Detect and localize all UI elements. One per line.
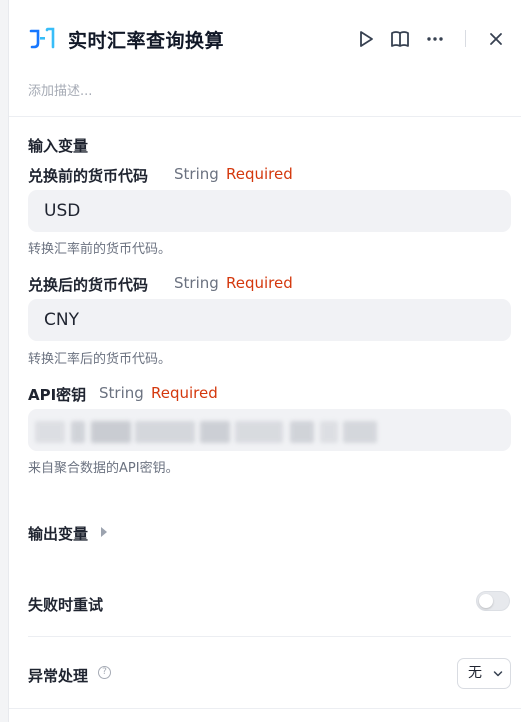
error-handling-select[interactable]: 无 (457, 658, 511, 689)
chevron-down-icon (493, 671, 503, 677)
selected-option: 无 (468, 665, 482, 681)
book-icon[interactable] (389, 28, 411, 50)
required-badge: Required (151, 384, 218, 402)
output-variables-toggle[interactable]: 输出变量 (28, 523, 88, 544)
field-help-text: 来自聚合数据的API密钥。 (28, 461, 179, 476)
page-title: 实时汇率查询换算 (68, 30, 225, 52)
description-input[interactable]: 添加描述... (28, 80, 92, 99)
jf-logo-icon (29, 27, 55, 49)
error-handling-label: 异常处理 (28, 667, 89, 685)
field-help-text: 转换汇率后的货币代码。 (28, 352, 172, 367)
node-config-panel: 实时汇率查询换算 添加描述... 输入变量 兑换前的货币代码 String Re… (8, 0, 521, 722)
retry-on-failure-label: 失败时重试 (28, 596, 104, 614)
header-separator (465, 30, 466, 47)
bottom-divider (9, 708, 521, 709)
field-type: String (174, 274, 219, 292)
header-divider (9, 116, 521, 117)
help-circle-icon[interactable]: ? (98, 666, 111, 679)
field-label-api-key: API密钥 (28, 386, 87, 404)
required-badge: Required (226, 274, 293, 292)
field-help-text: 转换汇率前的货币代码。 (28, 242, 172, 257)
required-badge: Required (226, 165, 293, 183)
close-icon[interactable] (485, 28, 507, 50)
input-variables-title: 输入变量 (28, 137, 89, 155)
redacted-api-key (35, 421, 377, 443)
field-type: String (99, 384, 144, 402)
field-type: String (174, 165, 219, 183)
field-label-from-currency: 兑换前的货币代码 (28, 167, 149, 185)
caret-right-icon[interactable] (101, 527, 107, 537)
row-divider (28, 636, 511, 637)
from-currency-input[interactable]: USD (28, 190, 511, 232)
play-icon[interactable] (355, 28, 377, 50)
retry-toggle[interactable] (476, 591, 510, 611)
panel-header: 实时汇率查询换算 (9, 0, 521, 78)
more-horizontal-icon[interactable] (424, 28, 446, 50)
field-label-to-currency: 兑换后的货币代码 (28, 276, 149, 294)
to-currency-input[interactable]: CNY (28, 299, 511, 341)
